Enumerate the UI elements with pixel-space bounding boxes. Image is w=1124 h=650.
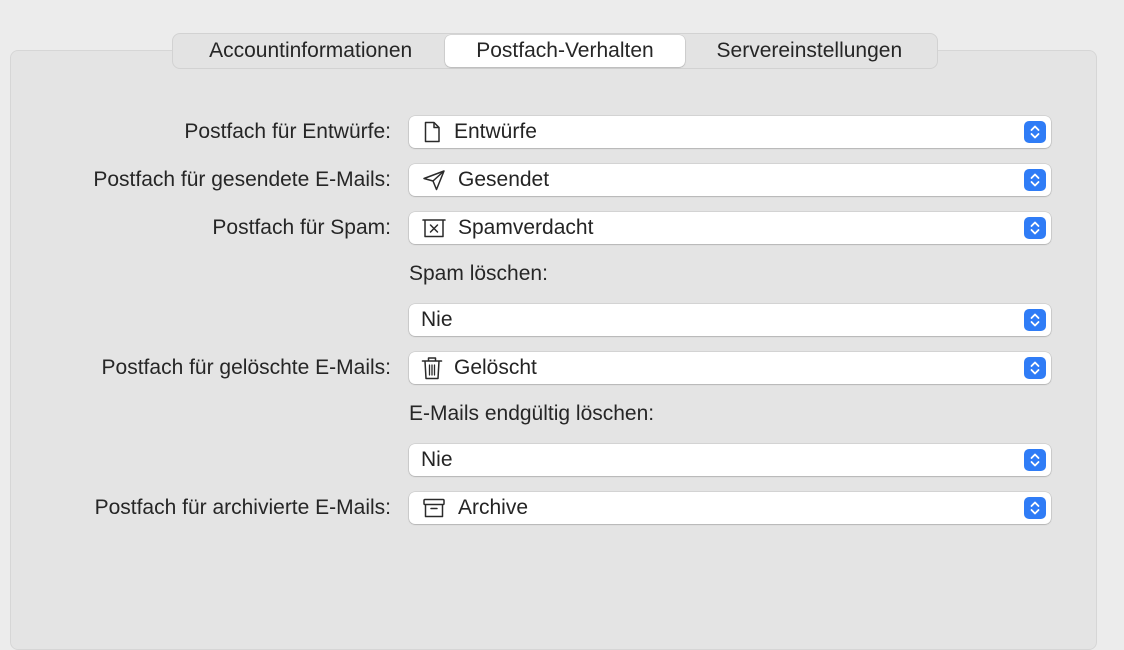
archive-mailbox-value: Archive — [458, 496, 529, 519]
spam-delete-popup[interactable]: Nie — [409, 304, 1051, 336]
trash-delete-value: Nie — [421, 448, 453, 471]
spam-delete-label: Spam löschen: — [409, 262, 548, 285]
popup-stepper-icon — [1024, 217, 1046, 239]
popup-stepper-icon — [1024, 309, 1046, 331]
spam-mailbox-value: Spamverdacht — [458, 216, 594, 239]
sent-mailbox-popup[interactable]: Gesendet — [409, 164, 1051, 196]
popup-stepper-icon — [1024, 357, 1046, 379]
trash-mailbox-value: Gelöscht — [454, 356, 537, 379]
sent-mailbox-label: Postfach für gesendete E-Mails: — [93, 168, 391, 191]
document-icon — [421, 121, 443, 143]
popup-stepper-icon — [1024, 169, 1046, 191]
trash-mailbox-label: Postfach für gelöschte E-Mails: — [101, 356, 391, 379]
tab-bar: Accountinformationen Postfach-Verhalten … — [172, 33, 938, 69]
drafts-mailbox-value: Entwürfe — [454, 120, 537, 143]
paper-plane-icon — [421, 169, 447, 191]
popup-stepper-icon — [1024, 449, 1046, 471]
spam-mailbox-popup[interactable]: Spamverdacht — [409, 212, 1051, 244]
archive-box-icon — [421, 497, 447, 519]
spam-mailbox-label: Postfach für Spam: — [212, 216, 391, 239]
tab-server-settings[interactable]: Servereinstellungen — [685, 35, 934, 67]
trash-delete-label: E-Mails endgültig löschen: — [409, 402, 655, 425]
trash-mailbox-popup[interactable]: Gelöscht — [409, 352, 1051, 384]
drafts-mailbox-popup[interactable]: Entwürfe — [409, 116, 1051, 148]
archive-mailbox-label: Postfach für archivierte E-Mails: — [94, 496, 391, 519]
popup-stepper-icon — [1024, 121, 1046, 143]
tab-mailbox-behavior[interactable]: Postfach-Verhalten — [445, 35, 685, 67]
spam-delete-value: Nie — [421, 308, 453, 331]
sent-mailbox-value: Gesendet — [458, 168, 550, 191]
tab-account-information[interactable]: Accountinformationen — [176, 35, 445, 67]
trash-delete-popup[interactable]: Nie — [409, 444, 1051, 476]
popup-stepper-icon — [1024, 497, 1046, 519]
drafts-mailbox-label: Postfach für Entwürfe: — [184, 120, 391, 143]
junk-box-icon — [421, 217, 447, 239]
trash-icon — [421, 357, 443, 380]
archive-mailbox-popup[interactable]: Archive — [409, 492, 1051, 524]
